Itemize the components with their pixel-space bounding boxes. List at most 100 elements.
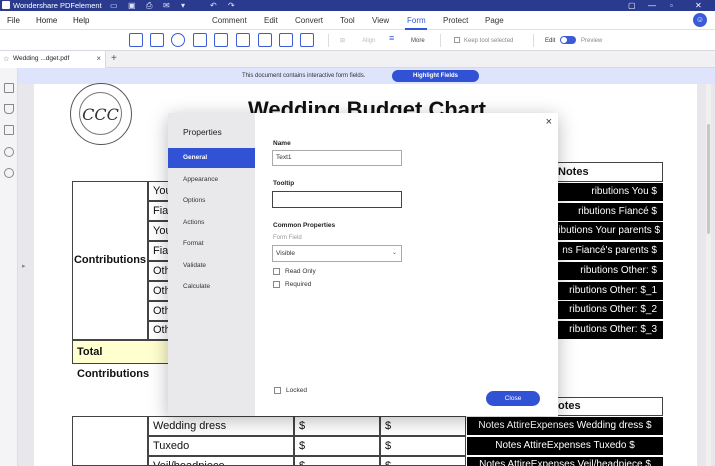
close-button[interactable]: Close [486, 391, 540, 406]
attachment-icon[interactable] [4, 147, 14, 157]
combo-box-tool-icon[interactable] [193, 33, 207, 47]
vertical-scrollbar[interactable] [706, 84, 711, 466]
title-bar: Wondershare PDFelement ▭ ▣ ⎙ ✉ ▾ ↶ ↷ ▢ —… [0, 0, 715, 11]
required-label: Required [285, 281, 312, 288]
app-title: Wondershare PDFelement [13, 1, 102, 10]
tab-protect[interactable]: Protect [443, 16, 468, 26]
save-icon[interactable]: ▣ [128, 0, 136, 11]
dialog-close-icon[interactable]: × [546, 116, 552, 128]
close-window-icon[interactable]: ✕ [695, 0, 702, 11]
highlight-fields-button[interactable]: Highlight Fields [392, 70, 479, 82]
user-avatar-icon[interactable]: ☺ [693, 13, 707, 27]
note-form-field[interactable]: ributions Your parents $ [555, 222, 663, 240]
note-form-field[interactable]: ributions Other: $_2 [555, 301, 663, 319]
toolbar-divider [533, 34, 534, 47]
expense-item-label: Tuxedo [148, 436, 294, 456]
note-form-field[interactable]: ributions Fiancé $ [555, 203, 663, 221]
nav-calculate[interactable]: Calculate [168, 277, 255, 297]
redo-icon[interactable]: ↷ [228, 0, 235, 11]
tab-form[interactable]: Form [407, 16, 426, 26]
note-form-field[interactable]: Notes AttireExpenses Veil/headpiece $ [467, 457, 663, 466]
comment-icon[interactable] [4, 125, 14, 135]
minimize-icon[interactable]: — [648, 0, 656, 11]
edit-preview-toggle[interactable] [560, 36, 576, 44]
tooltip-label: Tooltip [273, 180, 295, 187]
nav-appearance[interactable]: Appearance [168, 170, 255, 190]
locked-checkbox[interactable] [274, 387, 281, 394]
note-form-field[interactable]: ns Fiancé's parents $ [555, 242, 663, 260]
menu-bar: File Home Help Comment Edit Convert Tool… [0, 11, 715, 30]
nav-actions[interactable]: Actions [168, 213, 255, 233]
nav-validate[interactable]: Validate [168, 256, 255, 276]
left-sidebar [0, 68, 18, 466]
menu-help[interactable]: Help [73, 16, 89, 26]
bookmark-icon[interactable] [4, 104, 14, 114]
eraser-icon[interactable] [300, 33, 314, 47]
collapse-panel-icon[interactable]: ▸ [22, 262, 26, 270]
properties-heading: Properties [183, 127, 222, 137]
note-form-field[interactable]: ributions Other: $_3 [555, 321, 663, 339]
name-input[interactable]: Text1 [272, 150, 402, 166]
add-tab-icon[interactable]: + [111, 53, 117, 64]
expense-cost-cell: $ [294, 436, 380, 456]
mail-icon[interactable]: ✉ [163, 0, 170, 11]
note-form-field[interactable]: Notes AttireExpenses Tuxedo $ [467, 437, 663, 455]
organization-seal: CCC [70, 83, 132, 145]
note-form-field[interactable]: Notes AttireExpenses Wedding dress $ [467, 417, 663, 435]
tab-tool[interactable]: Tool [340, 16, 355, 26]
properties-dialog: Properties General Appearance Options Ac… [168, 113, 558, 416]
print-icon[interactable]: ⎙ [146, 0, 152, 11]
nav-general[interactable]: General [168, 148, 255, 168]
read-only-checkbox[interactable] [273, 268, 280, 275]
note-form-field[interactable]: ributions You $ [555, 183, 663, 201]
folder-icon[interactable]: ▭ [110, 0, 118, 11]
nav-format[interactable]: Format [168, 234, 255, 254]
common-properties-label: Common Properties [273, 222, 336, 229]
star-icon[interactable]: ☆ [3, 55, 9, 63]
close-tab-icon[interactable]: × [96, 54, 101, 63]
name-label: Name [273, 140, 291, 147]
search-icon[interactable] [4, 168, 14, 178]
tab-page[interactable]: Page [485, 16, 504, 26]
tab-edit[interactable]: Edit [264, 16, 278, 26]
radio-button-tool-icon[interactable] [171, 33, 185, 47]
note-form-field[interactable]: ributions Other: $_1 [555, 282, 663, 300]
menu-home[interactable]: Home [36, 16, 57, 26]
image-field-icon[interactable] [258, 33, 272, 47]
align-icon[interactable]: ⊞ [340, 37, 345, 45]
required-checkbox[interactable] [273, 281, 280, 288]
form-fields-notification: This document contains interactive form … [18, 68, 715, 84]
document-tab-strip: ☆ Wedding ...dget.pdf × + [0, 51, 715, 68]
contribution-row-label: Oth [148, 301, 170, 321]
attire-group-cell [72, 416, 148, 466]
form-field-select[interactable]: Visible ⌄ [272, 245, 402, 262]
dropdown-icon[interactable]: ▾ [181, 0, 185, 11]
tab-comment[interactable]: Comment [212, 16, 247, 26]
signature-field-icon[interactable] [279, 33, 293, 47]
keep-tool-label: Keep tool selected [464, 38, 514, 44]
keep-tool-checkbox[interactable] [454, 37, 460, 43]
thumbnails-icon[interactable] [4, 83, 14, 93]
more-icon[interactable]: ≡ [389, 34, 394, 43]
expense-item-label: Wedding dress [148, 416, 294, 436]
notification-message: This document contains interactive form … [242, 73, 366, 79]
menu-file[interactable]: File [7, 16, 20, 26]
button-tool-icon[interactable] [236, 33, 250, 47]
undo-icon[interactable]: ↶ [210, 0, 217, 11]
tooltip-input[interactable] [272, 191, 402, 208]
list-box-tool-icon[interactable] [214, 33, 228, 47]
tab-view[interactable]: View [372, 16, 389, 26]
form-field-label: Form Field [273, 235, 302, 241]
text-field-icon[interactable] [129, 33, 143, 47]
expense-paid-cell: $ [380, 436, 466, 456]
checkbox-tool-icon[interactable] [150, 33, 164, 47]
scrollbar-thumb[interactable] [707, 124, 710, 234]
menu-icon[interactable]: ▢ [628, 0, 636, 11]
maximize-icon[interactable]: ▫ [670, 0, 673, 11]
nav-options[interactable]: Options [168, 191, 255, 211]
tab-convert[interactable]: Convert [295, 16, 323, 26]
document-tab[interactable]: ☆ Wedding ...dget.pdf × [0, 51, 106, 68]
note-form-field[interactable]: ributions Other: $ [555, 262, 663, 280]
more-label[interactable]: More [411, 37, 425, 45]
align-label[interactable]: Align [362, 37, 375, 45]
